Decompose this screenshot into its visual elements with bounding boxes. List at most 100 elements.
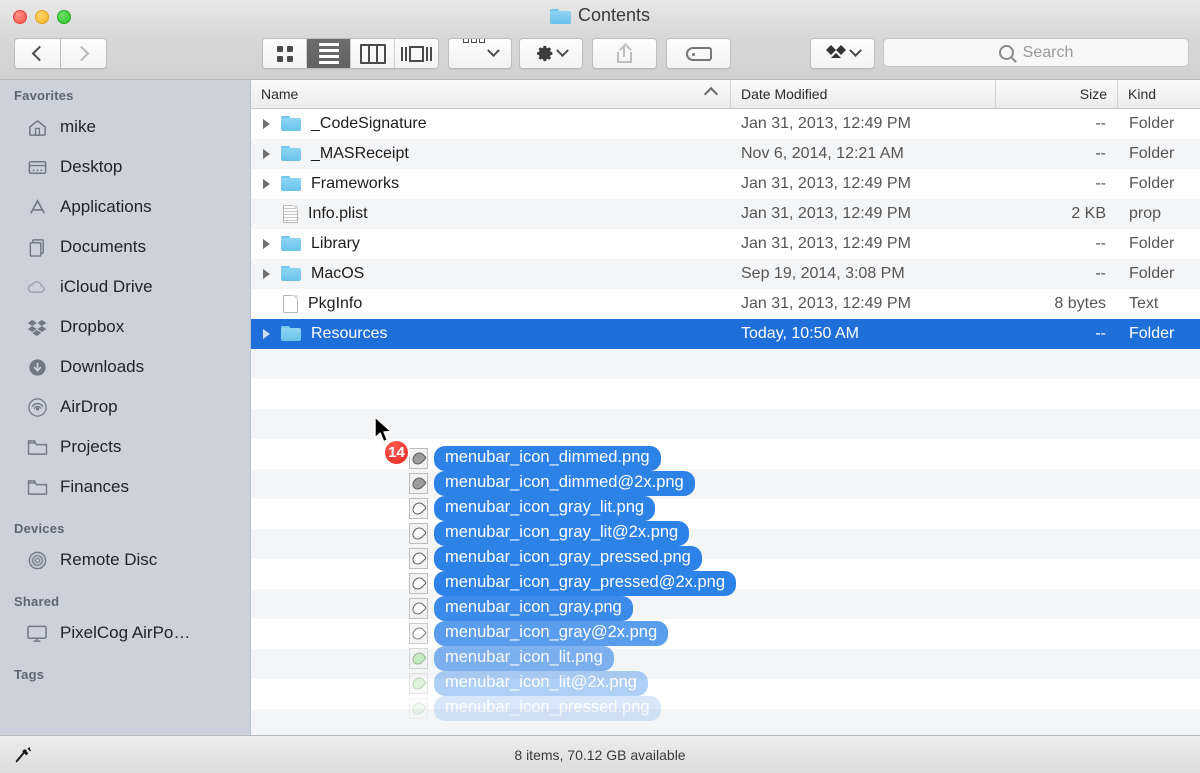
file-name: Resources [311,325,388,342]
sidebar-item-airdrop[interactable]: AirDrop [0,387,250,427]
cell-name: Resources [251,325,731,343]
tag-button[interactable] [666,38,731,69]
chevron-down-icon [556,44,569,58]
column-header-date-modified[interactable]: Date Modified [731,80,996,108]
table-row-empty [251,589,1200,619]
file-name: _MASReceipt [311,145,409,162]
status-bar: 8 items, 70.12 GB available [0,735,1200,773]
sidebar-item-label: Applications [60,197,152,216]
forward-button[interactable] [60,38,107,69]
column-header-name[interactable]: Name [251,80,731,108]
sidebar-item-documents[interactable]: Documents [0,227,250,267]
disc-icon [26,549,48,571]
disclosure-triangle-icon[interactable] [259,119,273,129]
file-rows: _CodeSignature Jan 31, 2013, 12:49 PM --… [251,109,1200,735]
cell-size: -- [1095,175,1106,192]
share-button[interactable] [592,38,657,69]
action-button[interactable] [519,38,583,69]
cell-date: Jan 31, 2013, 12:49 PM [741,175,911,192]
sidebar-item-desktop[interactable]: Desktop [0,147,250,187]
column-header-kind[interactable]: Kind [1118,80,1200,108]
minimize-button[interactable] [35,10,49,24]
column-header-size[interactable]: Size [996,80,1118,108]
sidebar-item-applications[interactable]: Applications [0,187,250,227]
cell-kind: Folder [1129,115,1175,132]
tag-icon [685,46,712,61]
sidebar-section-favorites: Favorites [14,88,74,103]
maximize-button[interactable] [57,10,71,24]
dropbox-button[interactable] [810,38,875,69]
cell-name: MacOS [251,265,731,283]
cell-name: Library [251,235,731,253]
table-row[interactable]: _MASReceipt Nov 6, 2014, 12:21 AM -- Fol… [251,139,1200,169]
column-header-label: Size [1079,86,1107,102]
table-row[interactable]: PkgInfo Jan 31, 2013, 12:49 PM 8 bytes T… [251,289,1200,319]
folder-icon [281,176,301,192]
folder-icon [26,436,48,458]
view-mode-group [262,38,439,69]
sidebar-item-mike[interactable]: mike [0,107,250,147]
cell-size: 8 bytes [1054,295,1106,312]
table-row-empty [251,469,1200,499]
table-row[interactable]: Info.plist Jan 31, 2013, 12:49 PM 2 KB p… [251,199,1200,229]
display-icon [26,622,48,644]
list-view-button[interactable] [307,39,351,68]
icon-view-button[interactable] [263,39,307,68]
disclosure-triangle-icon[interactable] [259,179,273,189]
arrange-button[interactable] [448,38,512,69]
arrange-icon [462,39,485,68]
table-row[interactable]: Library Jan 31, 2013, 12:49 PM -- Folder [251,229,1200,259]
table-row-empty [251,379,1200,409]
dropbox-icon [825,44,846,63]
disclosure-triangle-icon[interactable] [259,329,273,339]
sidebar-item-label: mike [60,117,96,136]
sidebar-item-label: PixelCog AirPo… [60,623,191,642]
documents-icon [26,236,48,258]
disclosure-triangle-icon[interactable] [259,149,273,159]
sidebar-item-remote-disc[interactable]: Remote Disc [0,540,250,580]
search-field[interactable]: Search [883,38,1189,67]
document-icon [283,295,298,313]
sidebar-item-icloud-drive[interactable]: iCloud Drive [0,267,250,307]
search-placeholder: Search [1022,43,1074,61]
sidebar-section-tags: Tags [14,667,45,682]
folder-icon [281,116,301,132]
disclosure-triangle-icon[interactable] [259,239,273,249]
cell-name: PkgInfo [251,295,731,313]
cell-size: -- [1095,265,1106,282]
cell-kind: prop [1129,205,1162,222]
coverflow-view-button[interactable] [395,39,438,68]
back-button[interactable] [14,38,60,69]
table-row[interactable]: _CodeSignature Jan 31, 2013, 12:49 PM --… [251,109,1200,139]
table-row-empty [251,499,1200,529]
sidebar-item-finances[interactable]: Finances [0,467,250,507]
folder-icon [549,8,571,24]
sidebar-item-downloads[interactable]: Downloads [0,347,250,387]
disclosure-triangle-icon[interactable] [259,269,273,279]
table-row-empty [251,619,1200,649]
sidebar-item-pixelcog-airport[interactable]: PixelCog AirPo… [0,613,250,653]
sidebar-item-label: Projects [60,437,122,456]
search-icon [998,45,1014,60]
downloads-icon [26,356,48,378]
table-row-selected[interactable]: Resources Today, 10:50 AM -- Folder [251,319,1200,349]
column-view-button[interactable] [351,39,395,68]
column-header-label: Kind [1128,86,1157,102]
file-name: Info.plist [308,205,368,222]
sidebar-item-projects[interactable]: Projects [0,427,250,467]
columns-icon [359,43,386,64]
cell-kind: Folder [1129,265,1175,282]
column-headers: Name Date Modified Size Kind [251,80,1200,109]
table-row[interactable]: Frameworks Jan 31, 2013, 12:49 PM -- Fol… [251,169,1200,199]
sidebar-item-dropbox[interactable]: Dropbox [0,307,250,347]
close-button[interactable] [13,10,27,24]
chevron-right-icon [73,45,90,62]
sidebar-item-label: Desktop [60,157,123,176]
plist-file-icon [283,205,298,223]
sidebar-item-label: AirDrop [60,397,118,416]
table-row[interactable]: MacOS Sep 19, 2014, 3:08 PM -- Folder [251,259,1200,289]
sidebar-item-label: Finances [60,477,129,496]
home-icon [26,116,48,138]
cell-date: Sep 19, 2014, 3:08 PM [741,265,905,282]
gear-icon [537,45,553,62]
